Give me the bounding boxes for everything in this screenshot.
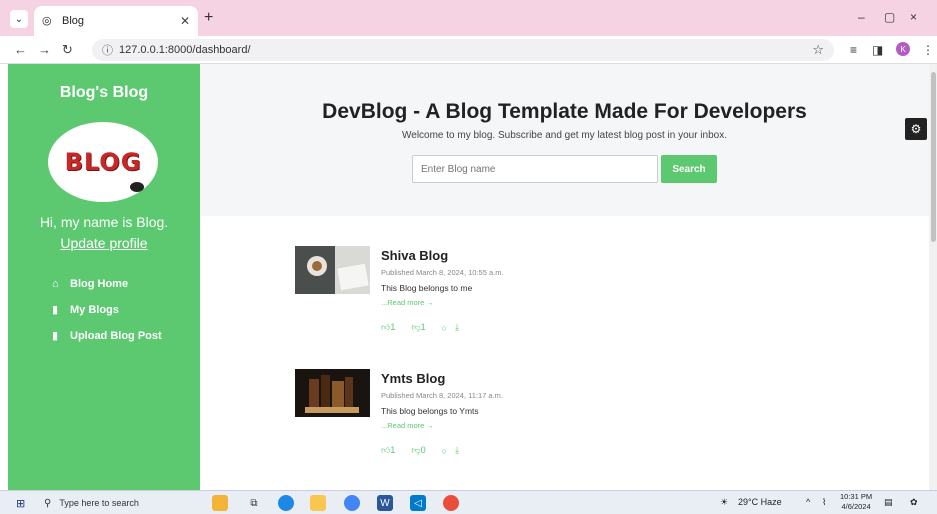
download-icon[interactable]: ⤓ [455,322,459,333]
vscode-icon[interactable]: ◁ [410,495,426,511]
menu-icon[interactable]: ⋮ [922,43,934,57]
post-thumbnail [295,246,370,294]
sidebar-item-blog-home[interactable]: ⌂ Blog Home [52,278,162,290]
taskbar-search[interactable]: ⚲ Type here to search [44,495,184,511]
bookmark-star-icon[interactable]: ☆ [812,42,824,58]
task-view-icon[interactable]: ⧉ [246,495,262,511]
browser-toolbar: ← → ↻ ⓘ 127.0.0.1:8000/dashboard/ ☆ ≡ ◨ … [0,36,937,64]
chrome-icon[interactable] [344,495,360,511]
clock-time: 10:31 PM [840,492,873,501]
taskbar-search-placeholder: Type here to search [59,498,139,508]
word-icon[interactable]: W [377,495,393,511]
read-more-link[interactable]: ...Read more → [381,421,434,430]
globe-icon: ◎ [42,15,52,27]
side-panel-icon[interactable]: ◨ [872,43,883,57]
comment-icon[interactable]: ○ [442,323,447,333]
post-thumbnail [295,369,370,417]
profile-avatar[interactable]: K [896,42,910,56]
search-button[interactable]: Search [661,155,717,183]
post-description: This blog belongs to Ymts [381,406,479,416]
sidebar-item-upload-blog-post[interactable]: ▮ Upload Blog Post [52,329,162,343]
update-profile-link[interactable]: Update profile [8,235,200,251]
post-title[interactable]: Shiva Blog [381,248,448,263]
blog-post: Ymts Blog Published March 8, 2024, 11:17… [295,369,695,479]
taskbar: ⊞ ⚲ Type here to search ⧉ W ◁ ☀ 29°C Haz… [0,490,937,514]
dislike-icon[interactable]: 👎︎1 [411,322,433,333]
scrollbar-thumb[interactable] [931,72,936,242]
back-icon[interactable]: ← [14,42,27,58]
tab-search-button[interactable]: ⌄ [10,10,28,28]
blog-logo: BLOG [48,122,158,202]
media-icon[interactable]: ≡ [850,43,857,57]
bookmark-icon: ▮ [52,330,59,342]
mouse-icon [130,182,144,192]
chrome-profile-icon[interactable] [443,495,459,511]
windows-start-icon[interactable]: ⊞ [16,497,25,510]
post-date: Published March 8, 2024, 11:17 a.m. [381,391,504,400]
clock-date: 4/6/2024 [841,502,871,511]
blog-post: Shiva Blog Published March 8, 2024, 10:5… [295,246,695,356]
widgets-icon[interactable] [212,495,228,511]
close-tab-icon[interactable]: ✕ [180,14,190,28]
dislike-count: 0 [420,445,426,455]
post-title[interactable]: Ymts Blog [381,371,445,386]
browser-titlebar: ⌄ ◎ Blog ✕ + – ▢ × [0,0,937,36]
close-window-button[interactable]: × [910,10,917,24]
plus-icon[interactable]: + [204,10,213,26]
edge-icon[interactable] [278,495,294,511]
like-icon[interactable]: 👍︎1 [381,322,403,333]
chevron-up-icon[interactable]: ^ [806,497,810,507]
page-title: DevBlog - A Blog Template Made For Devel… [322,100,807,123]
notification-icon[interactable]: ▤ [884,497,893,508]
post-actions: 👍︎1 👎︎0 ○ ⤓ [381,445,467,456]
minimize-button[interactable]: – [858,10,865,24]
info-icon[interactable]: ⓘ [102,42,113,58]
dislike-icon[interactable]: 👎︎0 [411,445,433,456]
post-description: This Blog belongs to me [381,283,473,293]
url-text: 127.0.0.1:8000/dashboard/ [119,44,251,56]
intro-text: Hi, my name is Blog. [39,214,169,230]
app-tray-icon[interactable]: ✿ [910,497,918,508]
sidebar-item-label: Blog Home [70,278,129,290]
like-count: 1 [390,322,396,332]
like-icon[interactable]: 👍︎1 [381,445,403,456]
sidebar-nav: ⌂ Blog Home ▮ My Blogs ▮ Upload Blog Pos… [52,278,162,355]
hero-section: DevBlog - A Blog Template Made For Devel… [200,64,929,216]
gear-icon[interactable]: ⚙ [905,118,927,140]
search-input[interactable] [412,155,658,183]
logo-text: BLOG [64,148,142,176]
address-bar[interactable]: ⓘ 127.0.0.1:8000/dashboard/ ☆ [92,39,834,61]
sidebar-item-label: My Blogs [70,303,119,316]
forward-icon[interactable]: → [38,42,51,58]
reload-icon[interactable]: ↻ [62,42,73,58]
comment-icon[interactable]: ○ [442,446,447,456]
network-icon[interactable]: ⌇ [822,497,826,508]
page-viewport: Blog's Blog BLOG Hi, my name is Blog. Up… [0,64,937,490]
maximize-button[interactable]: ▢ [884,10,895,24]
page-subtitle: Welcome to my blog. Subscribe and get my… [402,130,727,141]
weather-text[interactable]: 29°C Haze [738,497,782,507]
sidebar-item-label: Upload Blog Post [70,329,162,342]
post-actions: 👍︎1 👎︎1 ○ ⤓ [381,322,467,333]
search-icon: ⚲ [44,497,52,509]
download-icon[interactable]: ⤓ [455,445,459,456]
read-more-link[interactable]: ...Read more → [381,298,434,307]
sidebar-item-my-blogs[interactable]: ▮ My Blogs [52,303,162,317]
home-icon: ⌂ [52,278,59,290]
dislike-count: 1 [420,322,426,332]
tab-title: Blog [62,15,85,27]
browser-tab[interactable]: ◎ Blog ✕ [34,6,198,36]
bookmark-icon: ▮ [52,304,59,316]
like-count: 1 [390,445,396,455]
sidebar: Blog's Blog BLOG Hi, my name is Blog. Up… [8,64,200,490]
post-date: Published March 8, 2024, 10:55 a.m. [381,268,504,277]
file-explorer-icon[interactable] [310,495,326,511]
clock[interactable]: 10:31 PM 4/6/2024 [840,492,872,512]
blog-name: Blog's Blog [59,84,149,101]
weather-icon[interactable]: ☀ [720,497,728,508]
